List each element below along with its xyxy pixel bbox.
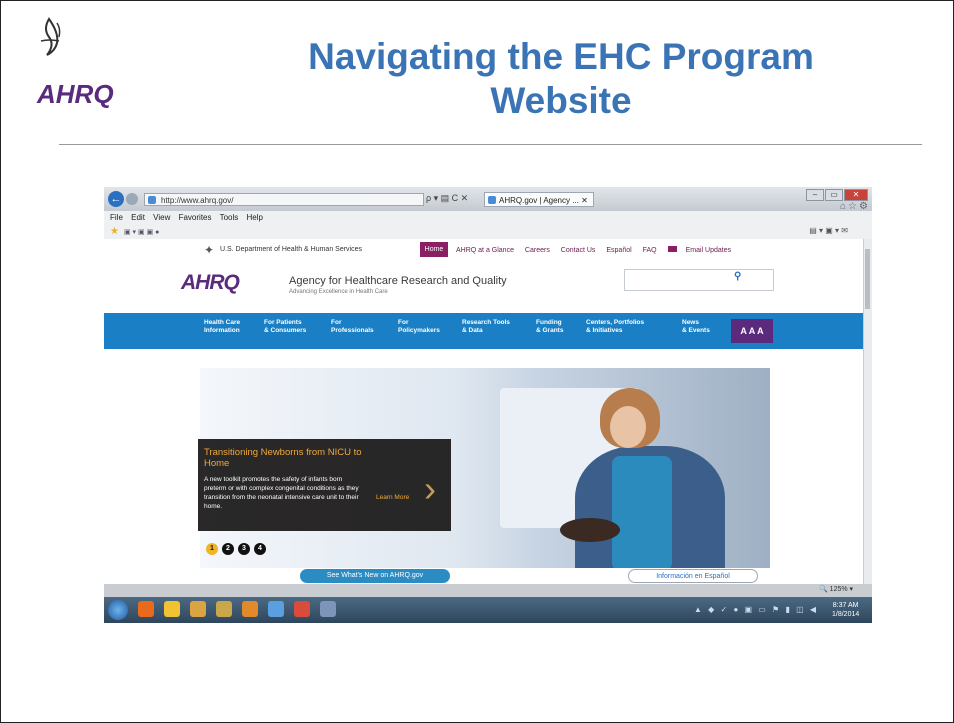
hhs-eagle-icon: ✦: [204, 243, 215, 257]
email-icon: [667, 246, 677, 252]
link-contact-us[interactable]: Contact Us: [561, 247, 596, 254]
nav-centers-portfolios[interactable]: Centers, Portfolios & Initiatives: [586, 319, 662, 335]
nav-health-care-information[interactable]: Health Care Information: [204, 319, 264, 335]
clock[interactable]: 8:37 AM 1/8/2014: [832, 601, 859, 619]
carousel-dot-2[interactable]: 2: [222, 543, 234, 555]
maximize-button[interactable]: ▭: [825, 189, 843, 201]
search-icon[interactable]: ⚲: [734, 271, 741, 282]
system-tray[interactable]: ▲ ◆ ✓ ● ▣ ▭ ⚑ ▮ ◫ ◀: [694, 605, 818, 614]
clock-time: 8:37 AM: [832, 602, 859, 609]
carousel-dot-1[interactable]: 1: [206, 543, 218, 555]
agency-name: Agency for Healthcare Research and Quali…: [289, 275, 507, 287]
zoom-level[interactable]: 🔍 125% ▾: [819, 585, 853, 593]
tab-title: AHRQ.gov | Agency ... ✕: [499, 196, 588, 205]
hero-baby-image: [560, 518, 620, 542]
star-app-icon[interactable]: [164, 601, 180, 617]
browser-screenshot: ← http://www.ahrq.gov/ ρ ▾ ▤ C ✕ AHRQ.go…: [104, 187, 872, 623]
start-button[interactable]: [108, 600, 128, 620]
menu-file[interactable]: File: [110, 213, 123, 222]
hero-face-image: [610, 406, 646, 448]
link-espanol[interactable]: Español: [606, 247, 631, 254]
logo-text: AHRQ: [36, 79, 114, 109]
taskbar-apps: [138, 601, 336, 617]
masthead: AHRQ Agency for Healthcare Research and …: [104, 261, 864, 313]
menu-favorites[interactable]: Favorites: [179, 213, 212, 222]
firefox-icon[interactable]: [138, 601, 154, 617]
title-divider: [59, 144, 922, 145]
hero-title[interactable]: Transitioning Newborns from NICU to Home: [204, 447, 364, 469]
vertical-scrollbar[interactable]: [863, 239, 872, 584]
menu-edit[interactable]: Edit: [131, 213, 145, 222]
internet-explorer-icon[interactable]: [268, 601, 284, 617]
nav-research-tools-data[interactable]: Research Tools & Data: [462, 319, 522, 335]
close-button[interactable]: ✕: [844, 189, 868, 201]
link-faq[interactable]: FAQ: [643, 247, 657, 254]
menu-tools[interactable]: Tools: [220, 213, 239, 222]
home-link[interactable]: Home: [420, 242, 448, 257]
menu-view[interactable]: View: [153, 213, 170, 222]
forward-button[interactable]: [126, 193, 138, 205]
zoom-icon: 🔍: [819, 586, 828, 593]
slide-title: Navigating the EHC Program Website: [308, 36, 814, 121]
window-controls: – ▭ ✕: [806, 189, 868, 201]
espanol-button[interactable]: Información en Español: [628, 569, 758, 583]
chevron-right-icon[interactable]: ›: [424, 471, 436, 507]
media-player-icon[interactable]: [242, 601, 258, 617]
webpage: ✦ U.S. Department of Health & Human Serv…: [104, 239, 864, 584]
menu-help[interactable]: Help: [247, 213, 263, 222]
top-links: AHRQ at a Glance Careers Contact Us Espa…: [456, 246, 749, 254]
carousel-dots: 1 2 3 4: [206, 543, 266, 555]
address-text: http://www.ahrq.gov/: [161, 196, 234, 205]
nav-professionals[interactable]: For Professionals: [331, 319, 391, 335]
learn-more-link[interactable]: Learn More: [376, 494, 409, 501]
back-button[interactable]: ←: [108, 191, 124, 207]
address-tools[interactable]: ρ ▾ ▤ C ✕: [426, 193, 468, 204]
link-careers[interactable]: Careers: [525, 247, 550, 254]
search-input[interactable]: [624, 269, 774, 291]
ahrq-logo: AHRQ: [36, 17, 114, 109]
folder-icon[interactable]: [190, 601, 206, 617]
powerpoint-icon[interactable]: [294, 601, 310, 617]
text-size-button[interactable]: A A A: [731, 319, 773, 343]
explorer-icon[interactable]: [216, 601, 232, 617]
clock-date: 1/8/2014: [832, 611, 860, 618]
browser-tab[interactable]: AHRQ.gov | Agency ... ✕: [484, 192, 594, 207]
link-ahrq-at-a-glance[interactable]: AHRQ at a Glance: [456, 247, 514, 254]
hero-body: A new toolkit promotes the safety of inf…: [204, 476, 359, 510]
taskbar: ▲ ◆ ✓ ● ▣ ▭ ⚑ ▮ ◫ ◀ 8:37 AM 1/8/2014: [104, 597, 872, 623]
favorites-bar: ★ ▣ ▾ ▣ ▣ ● ▤ ▾ ▣ ▾ ✉: [104, 225, 872, 240]
site-logo[interactable]: AHRQ: [181, 271, 240, 295]
carousel-dot-4[interactable]: 4: [254, 543, 266, 555]
carousel-dot-3[interactable]: 3: [238, 543, 250, 555]
hhs-label[interactable]: U.S. Department of Health & Human Servic…: [220, 246, 362, 253]
paint-icon[interactable]: [320, 601, 336, 617]
favorites-star-icon[interactable]: ★: [110, 226, 119, 237]
favorites-shortcuts[interactable]: ▣ ▾ ▣ ▣ ●: [124, 228, 159, 236]
agency-tagline: Advancing Excellence in Health Care: [289, 289, 388, 295]
site-favicon-icon: [148, 196, 156, 204]
command-bar[interactable]: ▤ ▾ ▣ ▾ ✉: [809, 226, 848, 235]
menu-bar: File Edit View Favorites Tools Help: [104, 211, 872, 225]
tab-favicon-icon: [488, 196, 496, 204]
link-email-updates[interactable]: Email Updates: [667, 246, 741, 254]
nav-patients-consumers[interactable]: For Patients & Consumers: [264, 319, 324, 335]
main-nav: Health Care Information For Patients & Con…: [104, 313, 864, 349]
nav-policymakers[interactable]: For Policymakers: [398, 319, 458, 335]
hhs-bar: ✦ U.S. Department of Health & Human Serv…: [104, 239, 864, 261]
scrollbar-thumb[interactable]: [865, 249, 870, 309]
hero-scrubs-image: [612, 456, 672, 568]
minimize-button[interactable]: –: [806, 189, 824, 201]
address-bar[interactable]: http://www.ahrq.gov/: [144, 193, 424, 206]
browser-toolbar: ← http://www.ahrq.gov/ ρ ▾ ▤ C ✕ AHRQ.go…: [104, 187, 872, 212]
slide: AHRQ Navigating the EHC Program Website …: [0, 0, 954, 723]
whats-new-button[interactable]: See What's New on AHRQ.gov: [300, 569, 450, 583]
